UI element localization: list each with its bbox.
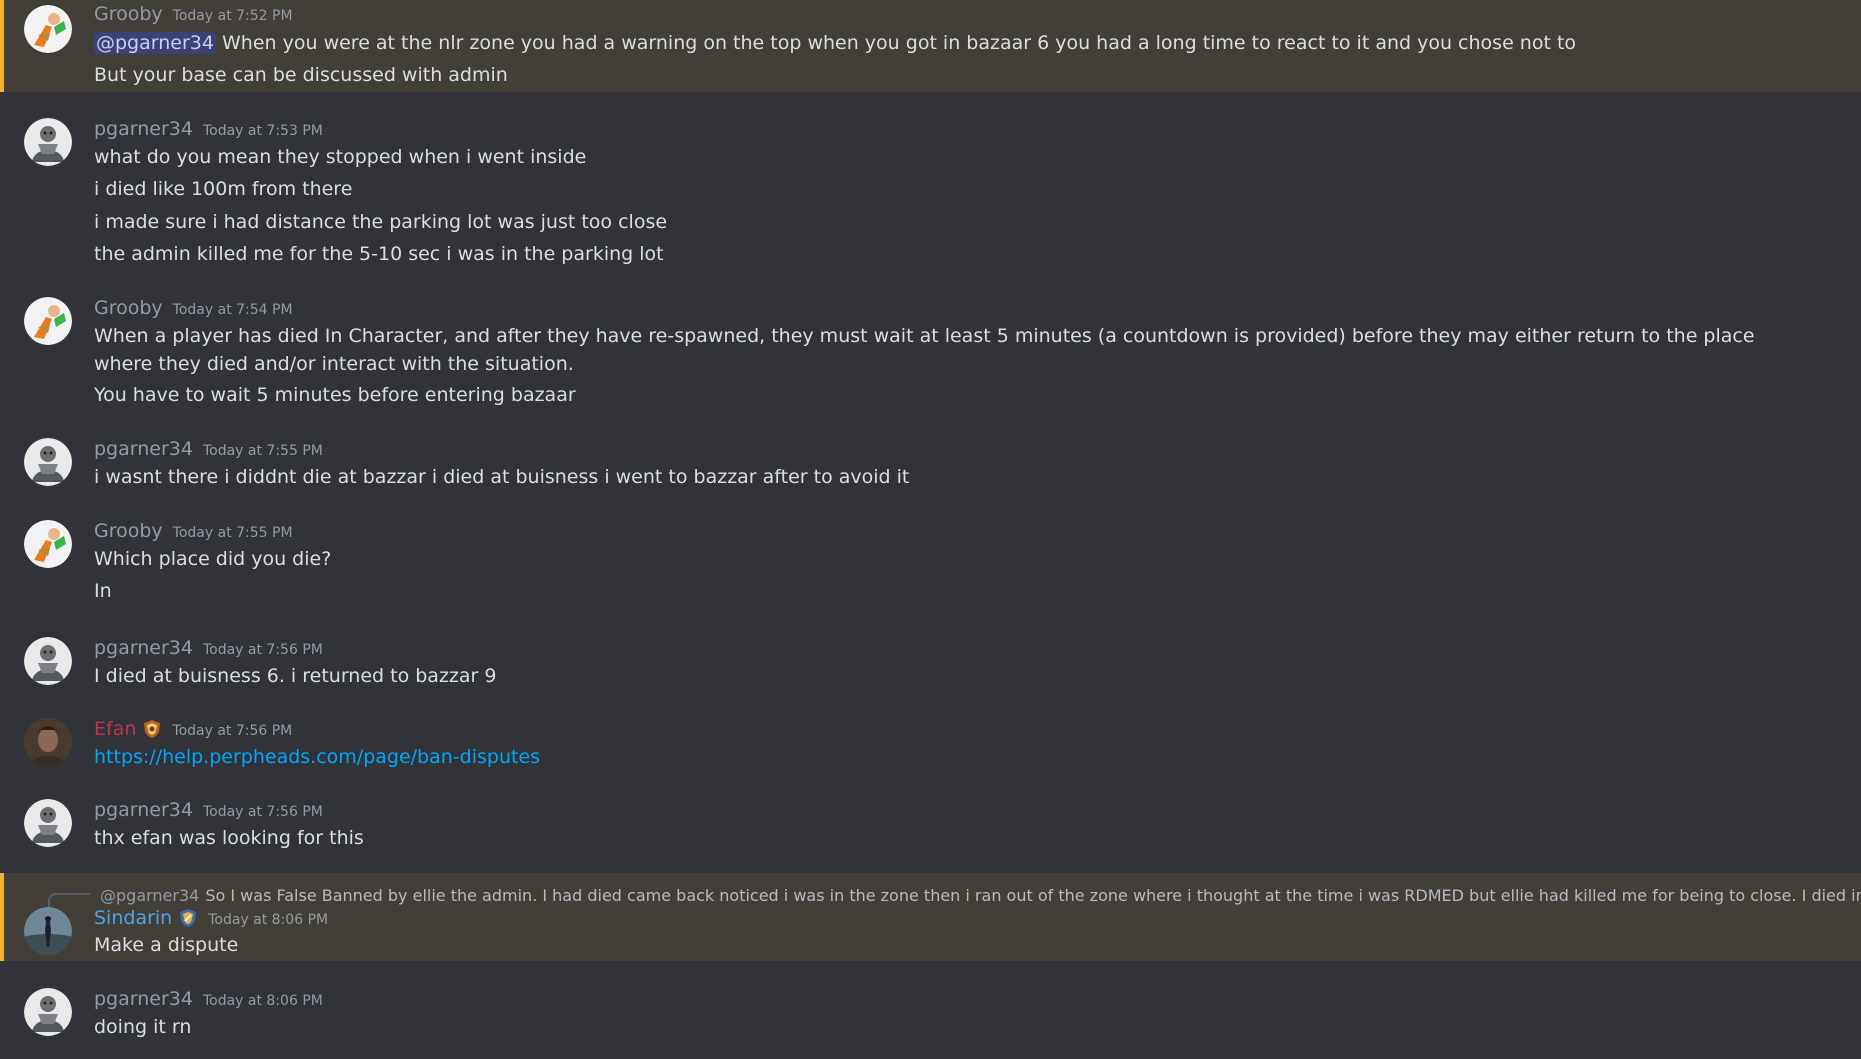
timestamp: Today at 7:52 PM [172,8,293,24]
reply-text: So I was False Banned by ellie the admin… [205,885,1861,905]
message-text: doing it rn [94,1016,192,1038]
reply-preview[interactable]: @pgarner34 So I was False Banned by elli… [94,885,1861,905]
author-name[interactable]: Efan [94,718,136,740]
message-text: But your base can be discussed with admi… [94,64,508,86]
message-text: Make a dispute [94,934,239,956]
message: Efan Today at 7:56 PM https://help.perph… [0,714,1861,774]
author-name[interactable]: Grooby [94,297,163,319]
timestamp: Today at 7:55 PM [172,525,293,541]
message: @pgarner34 So I was False Banned by elli… [0,873,1861,961]
message-text: https://help.perpheads.com/page/ban-disp… [94,743,540,771]
message-text: i died like 100m from there [94,178,353,200]
mention-highlight-bar [0,0,4,92]
message-text: You have to wait 5 minutes before enteri… [94,384,576,406]
message: pgarner34 Today at 7:56 PM I died at bui… [0,633,1861,693]
author-name[interactable]: pgarner34 [94,988,193,1010]
message: Grooby Today at 7:55 PM Which place did … [0,516,1861,606]
shield-badge-icon[interactable] [142,719,162,739]
timestamp: Today at 7:56 PM [202,642,323,658]
message: pgarner34 Today at 7:53 PM what do you m… [0,114,1861,274]
message-text: thx efan was looking for this [94,827,364,849]
mention-highlight-bar [0,873,4,961]
avatar[interactable] [24,5,72,53]
message-text: i wasnt there i diddnt die at bazzar i d… [94,466,910,488]
reply-author[interactable]: @pgarner34 [100,886,199,905]
timestamp: Today at 7:56 PM [172,723,293,739]
author-name[interactable]: pgarner34 [94,118,193,140]
ban-disputes-link[interactable]: https://help.perpheads.com/page/ban-disp… [94,746,540,768]
message-text: In [94,580,112,602]
message-text: the admin killed me for the 5-10 sec i w… [94,243,664,265]
avatar[interactable] [24,799,72,847]
timestamp: Today at 7:54 PM [172,302,293,318]
shield-badge-icon[interactable] [178,908,198,928]
avatar[interactable] [24,118,72,166]
author-name[interactable]: Grooby [94,520,163,542]
avatar[interactable] [24,520,72,568]
message: Grooby Today at 7:52 PM @pgarner34 When … [0,0,1861,92]
message-text: what do you mean they stopped when i wen… [94,146,587,168]
author-name[interactable]: pgarner34 [94,438,193,460]
message: pgarner34 Today at 8:06 PM doing it rn [0,984,1861,1054]
timestamp: Today at 8:06 PM [202,993,323,1009]
author-name[interactable]: pgarner34 [94,799,193,821]
message-text: When a player has died In Character, and… [94,325,1755,375]
timestamp: Today at 8:06 PM [208,912,329,928]
message-text: Which place did you die? [94,548,332,570]
author-name[interactable]: Sindarin [94,907,172,929]
author-name[interactable]: pgarner34 [94,637,193,659]
reply-spine [48,893,90,907]
avatar[interactable] [24,988,72,1036]
message: pgarner34 Today at 7:56 PM thx efan was … [0,795,1861,855]
avatar[interactable] [24,907,72,955]
author-name[interactable]: Grooby [94,3,163,25]
message: Grooby Today at 7:54 PM When a player ha… [0,293,1861,413]
avatar[interactable] [24,297,72,345]
message-feed[interactable]: Grooby Today at 7:52 PM @pgarner34 When … [0,0,1861,1059]
avatar[interactable] [24,718,72,766]
message-text: @pgarner34 When you were at the nlr zone… [94,32,1577,54]
user-mention[interactable]: @pgarner34 [94,32,216,54]
avatar[interactable] [24,438,72,486]
timestamp: Today at 7:53 PM [202,123,323,139]
message-text: I died at buisness 6. i returned to bazz… [94,665,497,687]
avatar[interactable] [24,637,72,685]
message-text: i made sure i had distance the parking l… [94,211,668,233]
timestamp: Today at 7:56 PM [202,804,323,820]
message: pgarner34 Today at 7:55 PM i wasnt there… [0,434,1861,494]
timestamp: Today at 7:55 PM [202,443,323,459]
